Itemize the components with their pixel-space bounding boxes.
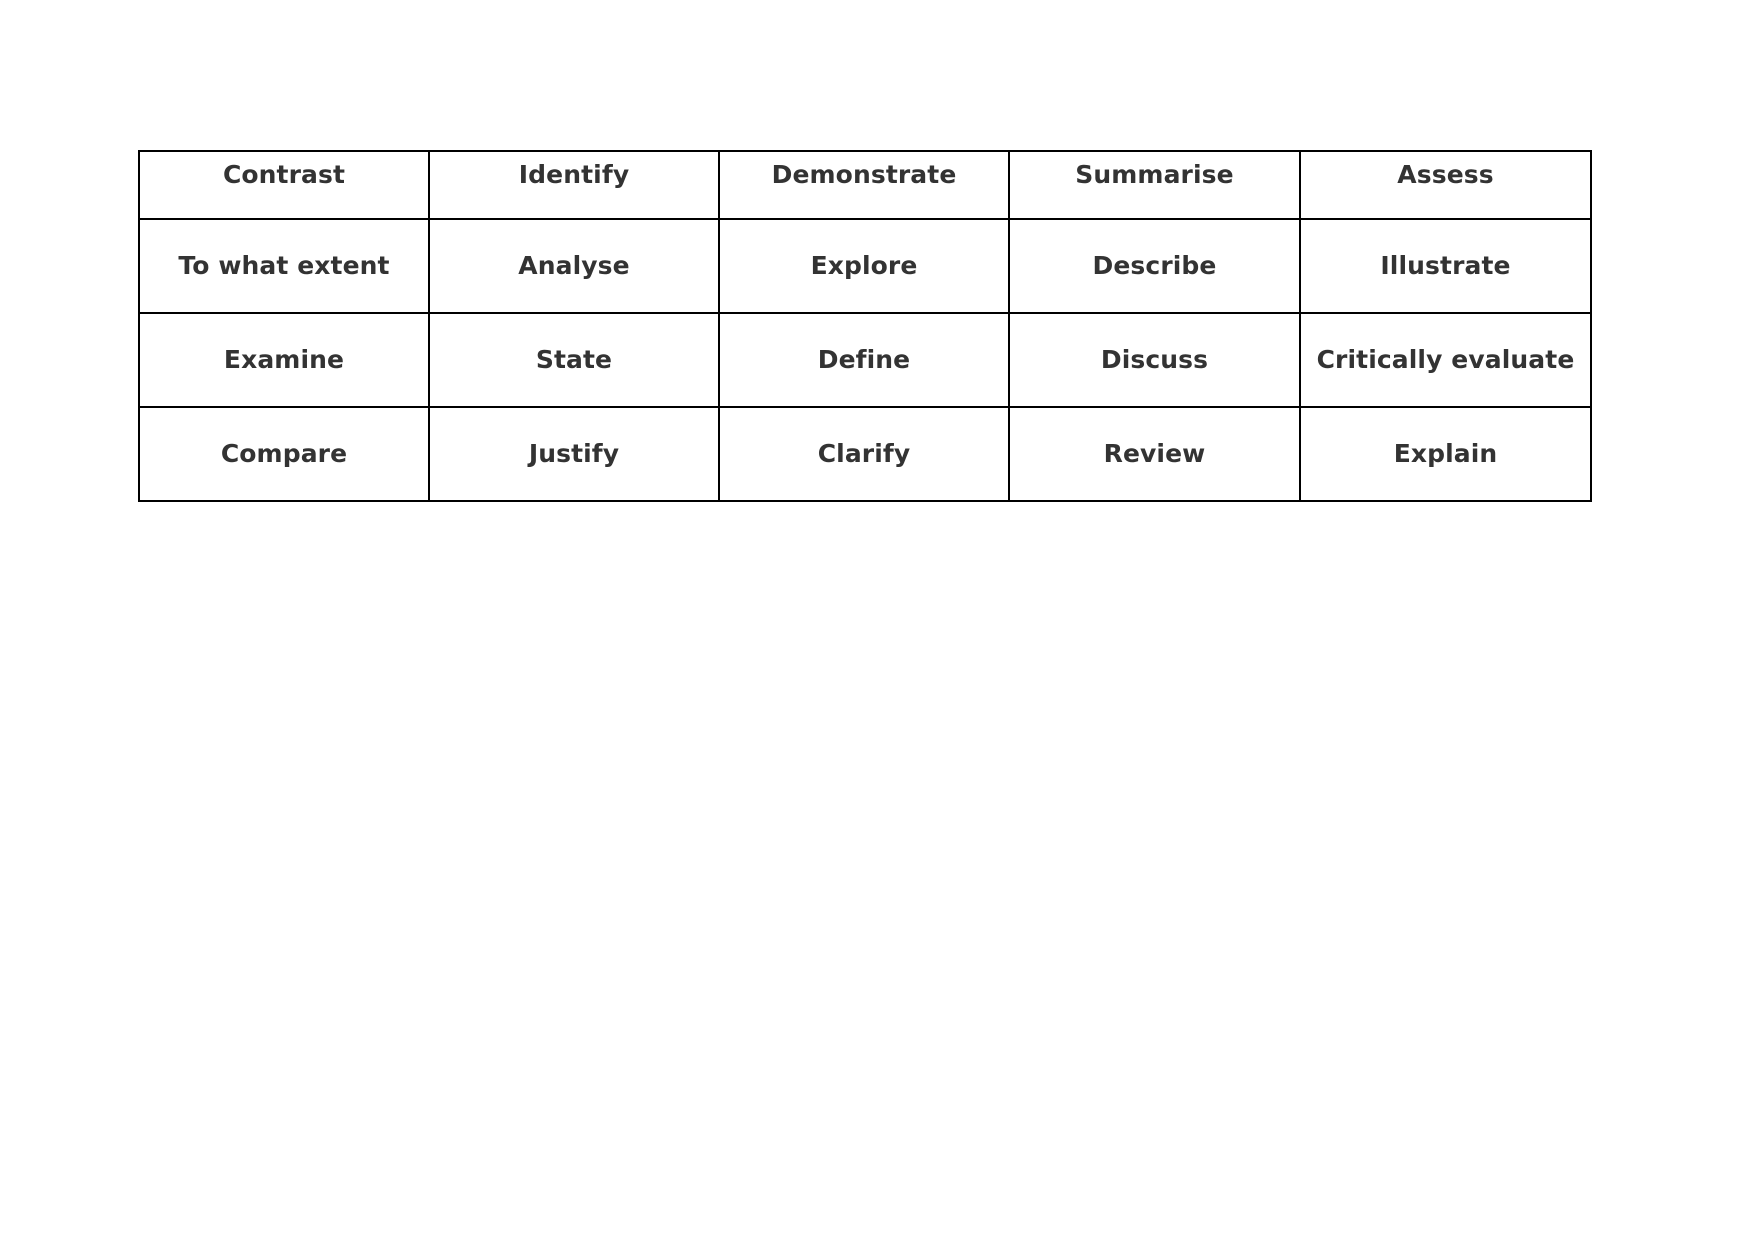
table-cell: Summarise: [1008, 150, 1301, 220]
table-row: Contrast Identify Demonstrate Summarise …: [138, 150, 1592, 220]
cell-label: Contrast: [222, 160, 346, 189]
table-cell: Assess: [1299, 150, 1592, 220]
table-cell: Explore: [718, 218, 1010, 314]
cell-label: Explore: [810, 251, 918, 280]
cell-label: Compare: [220, 439, 348, 468]
table-cell: Discuss: [1008, 312, 1301, 408]
cell-label: Explain: [1393, 439, 1498, 468]
command-words-table: Contrast Identify Demonstrate Summarise …: [138, 150, 1592, 502]
table-cell: Identify: [428, 150, 720, 220]
cell-label: Critically evaluate: [1316, 345, 1575, 374]
cell-label: Define: [817, 345, 911, 374]
command-words-table-container: Contrast Identify Demonstrate Summarise …: [138, 150, 1592, 502]
cell-label: State: [535, 345, 613, 374]
cell-label: To what extent: [178, 251, 390, 280]
table-cell: Describe: [1008, 218, 1301, 314]
table-cell: State: [428, 312, 720, 408]
cell-label: Describe: [1092, 251, 1217, 280]
table-cell: Clarify: [718, 406, 1010, 502]
table-cell: Demonstrate: [718, 150, 1010, 220]
table-row: Examine State Define Discuss Critically …: [138, 312, 1592, 408]
table-cell: Illustrate: [1299, 218, 1592, 314]
cell-label: Identify: [518, 160, 630, 189]
cell-label: Analyse: [518, 251, 630, 280]
table-cell: Examine: [138, 312, 430, 408]
table-cell: Analyse: [428, 218, 720, 314]
table-cell: Justify: [428, 406, 720, 502]
table-cell: Compare: [138, 406, 430, 502]
table-row: To what extent Analyse Explore Describe …: [138, 218, 1592, 314]
table-cell: To what extent: [138, 218, 430, 314]
table-cell: Contrast: [138, 150, 430, 220]
cell-label: Discuss: [1100, 345, 1209, 374]
table-cell: Explain: [1299, 406, 1592, 502]
table-cell: Define: [718, 312, 1010, 408]
cell-label: Examine: [223, 345, 345, 374]
cell-label: Illustrate: [1380, 251, 1511, 280]
table-cell: Critically evaluate: [1299, 312, 1592, 408]
table-cell: Review: [1008, 406, 1301, 502]
cell-label: Demonstrate: [771, 160, 957, 189]
cell-label: Assess: [1397, 160, 1494, 189]
cell-label: Review: [1103, 439, 1206, 468]
table-row: Compare Justify Clarify Review Explain: [138, 406, 1592, 502]
cell-label: Summarise: [1075, 160, 1234, 189]
cell-label: Clarify: [817, 439, 911, 468]
page-canvas: Contrast Identify Demonstrate Summarise …: [0, 0, 1754, 1241]
table-body: Contrast Identify Demonstrate Summarise …: [138, 150, 1592, 502]
cell-label: Justify: [528, 439, 620, 468]
